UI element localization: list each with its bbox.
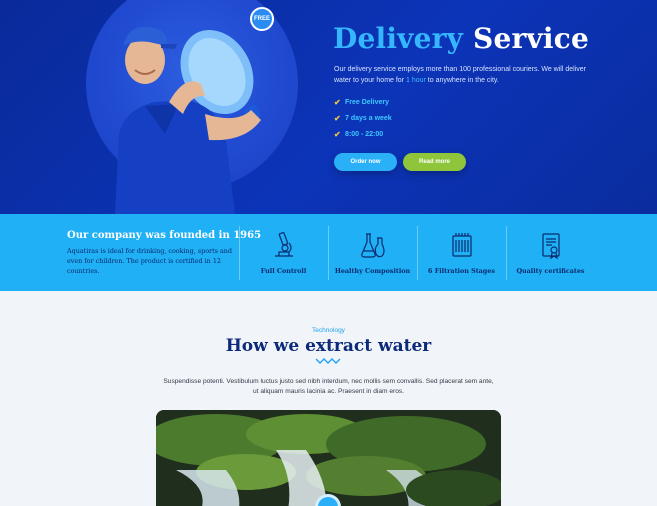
feature-filtration-stages: 6 Filtration Stages [417,226,505,280]
section-eyebrow: Technology [312,327,345,334]
checklist-item-label: 8:00 - 22:00 [345,130,384,138]
hero-desc-after: to anywhere in the city. [425,77,499,84]
check-icon: ✔ [334,113,341,123]
filter-icon [451,233,472,257]
checklist-item: ✔ 7 days a week [334,110,392,126]
feature-label: Quality certificates [516,267,585,275]
check-icon: ✔ [334,97,341,107]
checklist-item-label: 7 days a week [345,114,392,122]
hero-desc-highlight: 1 hour [405,77,426,84]
hero-title-part2: Service [473,22,589,55]
features-band: Our company was founded in 1965 Aquatira… [0,214,657,291]
feature-label: Healthy Composition [334,267,411,275]
checklist-item: ✔ 8:00 - 22:00 [334,126,392,142]
hero-title: Delivery Service [333,22,589,55]
hero-section: FREE Delivery Service Our delivery servi… [0,0,657,214]
feature-quality-certificates: Quality certificates [506,226,594,280]
wave-divider-icon [315,358,341,364]
company-heading: Our company was founded in 1965 [67,230,262,241]
read-more-button[interactable]: Read more [403,153,466,171]
feature-healthy-composition: Healthy Composition [328,226,416,280]
checklist-item-label: Free Delivery [345,98,389,106]
feature-full-controll: Full Controll [239,226,327,280]
certificate-icon [541,233,560,260]
hero-checklist: ✔ Free Delivery ✔ 7 days a week ✔ 8:00 - 22… [334,94,392,142]
section-description: Suspendisse potenti. Vestibulum luctus j… [163,378,494,395]
hero-title-part1: Delivery [333,22,464,55]
courier-illustration [115,26,261,214]
microscope-icon [274,232,293,257]
flasks-icon [360,233,385,258]
waterfall-image [156,410,501,506]
waterfall-photo [156,410,501,506]
section-title: How we extract water [225,336,432,356]
checklist-item: ✔ Free Delivery [334,94,392,110]
check-icon: ✔ [334,129,341,139]
feature-label: Full Controll [260,267,307,275]
feature-label: 6 Filtration Stages [428,267,495,275]
company-text: Aquatiras is ideal for drinking, cooking… [67,247,232,275]
hero-description: Our delivery service employs more than 1… [334,64,596,86]
order-now-button[interactable]: Order now [334,153,397,171]
free-badge: FREE [250,7,274,31]
